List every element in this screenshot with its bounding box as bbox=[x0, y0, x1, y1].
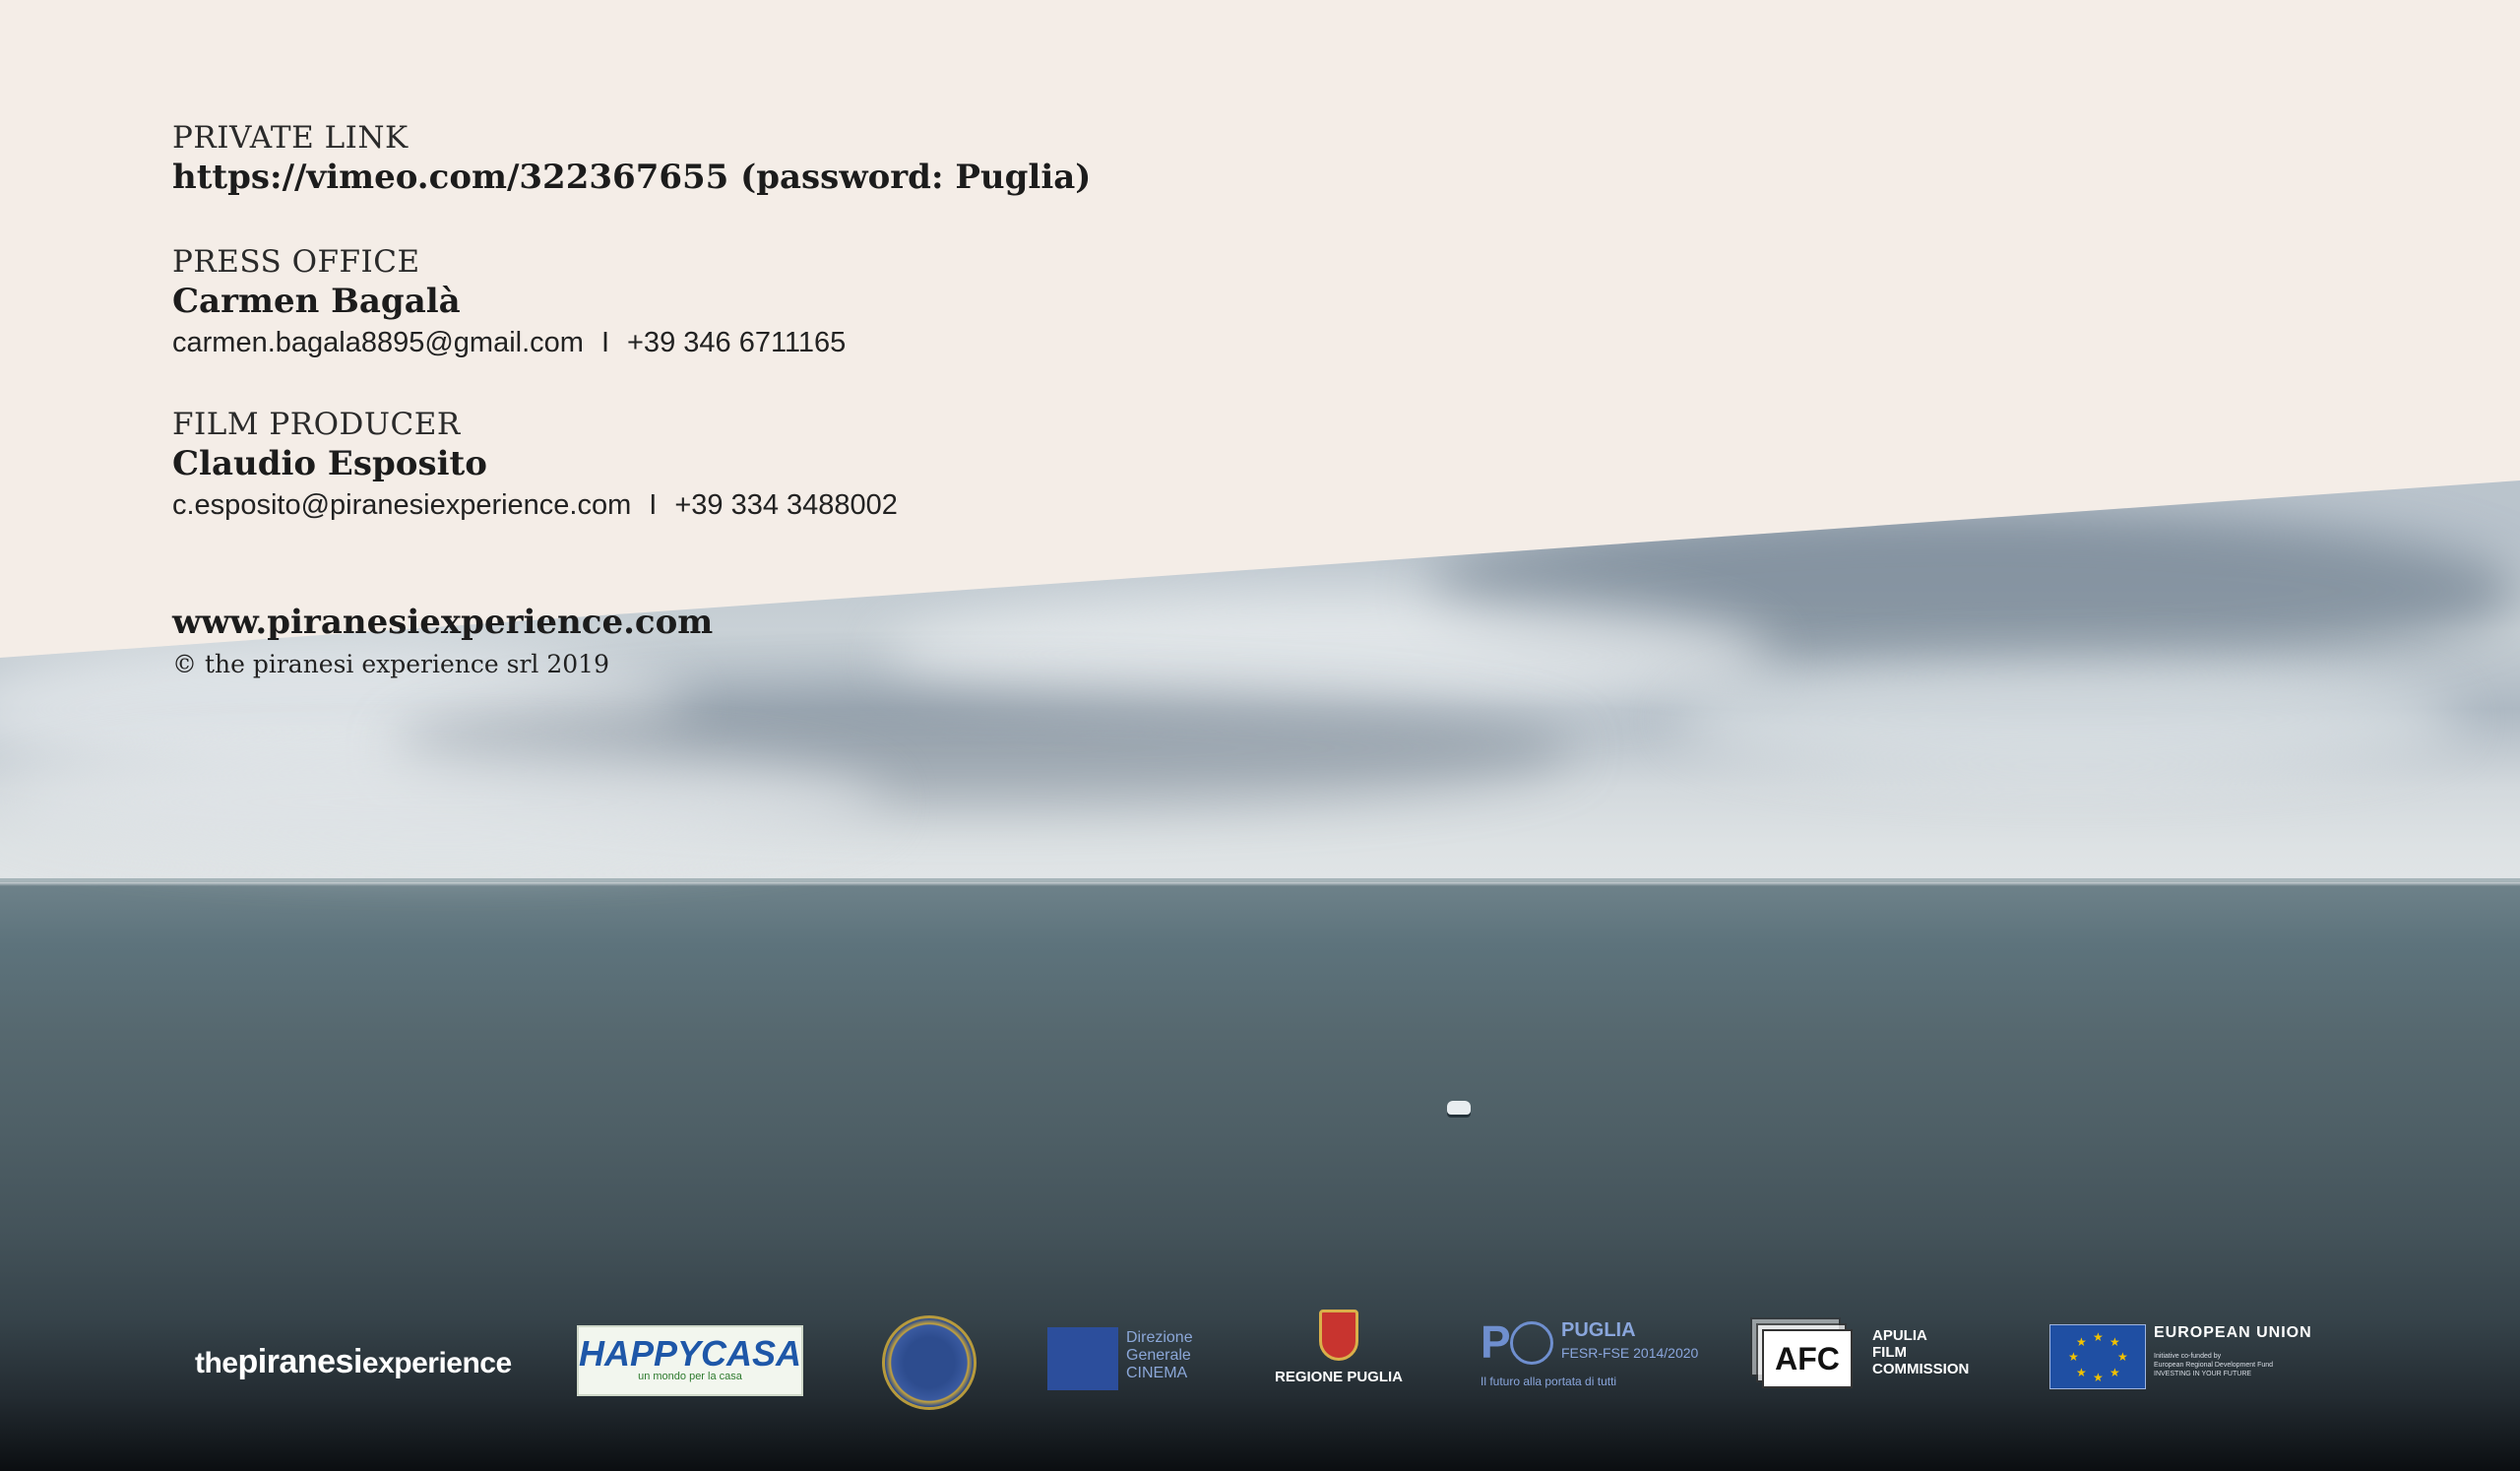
separator: I bbox=[649, 489, 658, 521]
eu-star-icon: ★ bbox=[2093, 1330, 2104, 1344]
mibac-emblem bbox=[1047, 1327, 1118, 1390]
eu-caption: Initiative co-funded by European Regiona… bbox=[2154, 1352, 2321, 1378]
afc-line: APULIA bbox=[1872, 1327, 1927, 1344]
private-link-section: PRIVATE LINK https://vimeo.com/322367655… bbox=[172, 120, 1091, 197]
puglia-program-text: FESR-FSE bbox=[1561, 1345, 1630, 1361]
cloud bbox=[0, 748, 886, 857]
puglia-years: 2014/2020 bbox=[1633, 1345, 1699, 1361]
logo-text: piranesi bbox=[237, 1343, 363, 1380]
eu-flag-icon: ★ ★ ★ ★ ★ ★ ★ ★ bbox=[2049, 1324, 2146, 1389]
eu-caption-line: European Regional Development Fund bbox=[2154, 1362, 2274, 1369]
eu-star-icon: ★ bbox=[2110, 1366, 2120, 1379]
sea-sky-photo bbox=[0, 480, 2520, 1471]
apulia-film-commission-logo: AFC APULIA FILM COMMISSION bbox=[1750, 1317, 1969, 1400]
regione-text: REGIONE PUGLIA bbox=[1274, 1369, 1403, 1385]
afc-text: APULIA FILM COMMISSION bbox=[1872, 1327, 1969, 1377]
film-producer-email[interactable]: c.esposito@piranesiexperience.com bbox=[172, 489, 631, 521]
film-producer-section: FILM PRODUCER Claudio Esposito c.esposit… bbox=[172, 407, 898, 522]
private-link-label: PRIVATE LINK bbox=[172, 120, 409, 156]
mibac-text: Direzione Generale CINEMA bbox=[1126, 1329, 1193, 1382]
puglia-circle-icon bbox=[1510, 1321, 1553, 1365]
eu-caption-line: INVESTING IN YOUR FUTURE bbox=[2154, 1371, 2252, 1377]
afc-line: COMMISSION bbox=[1872, 1361, 1970, 1377]
film-producer-phone[interactable]: +39 334 3488002 bbox=[674, 489, 898, 521]
happycasa-logo: HAPPYCASA un mondo per la casa bbox=[577, 1325, 803, 1396]
website-link[interactable]: www.piranesiexperience.com bbox=[172, 603, 713, 642]
puglia-motto: Il futuro alla portata di tutti bbox=[1480, 1375, 1617, 1388]
private-link-url[interactable]: https://vimeo.com/322367655 (password: P… bbox=[172, 158, 1091, 197]
puglia-program: FESR-FSE 2014/2020 bbox=[1561, 1345, 1698, 1361]
press-office-email[interactable]: carmen.bagala8895@gmail.com bbox=[172, 327, 584, 358]
film-producer-label: FILM PRODUCER bbox=[172, 407, 461, 442]
film-producer-name: Claudio Esposito bbox=[172, 444, 487, 483]
eu-caption-line: Initiative co-funded by bbox=[2154, 1353, 2222, 1360]
european-union-logo: ★ ★ ★ ★ ★ ★ ★ ★ EUROPEAN UNION Initiativ… bbox=[2049, 1324, 2325, 1393]
puglia-p: P bbox=[1480, 1316, 1511, 1368]
cloud bbox=[1673, 660, 2461, 778]
afc-line: FILM bbox=[1872, 1344, 1907, 1361]
puglia-name: PUGLIA bbox=[1561, 1319, 1636, 1341]
national-seal-logo bbox=[882, 1315, 976, 1410]
mibac-line: CINEMA bbox=[1126, 1365, 1188, 1381]
piranesi-experience-logo: thepiranesiexperience bbox=[195, 1343, 512, 1381]
logo-text: the bbox=[195, 1347, 238, 1379]
copyright-text: © the piranesi experience srl 2019 bbox=[172, 650, 609, 678]
regione-shield-icon bbox=[1319, 1310, 1358, 1361]
eu-star-icon: ★ bbox=[2093, 1371, 2104, 1384]
eu-star-icon: ★ bbox=[2076, 1366, 2087, 1379]
mibac-line: Direzione bbox=[1126, 1329, 1193, 1346]
eu-star-icon: ★ bbox=[2110, 1335, 2120, 1349]
press-office-name: Carmen Bagalà bbox=[172, 282, 461, 321]
afc-mark: AFC bbox=[1762, 1329, 1853, 1388]
eu-title: EUROPEAN UNION bbox=[2154, 1324, 2312, 1341]
press-office-contact: carmen.bagala8895@gmail.com I +39 346 6711… bbox=[172, 327, 846, 359]
press-office-section: PRESS OFFICE Carmen Bagalà carmen.bagala… bbox=[172, 244, 846, 359]
boat bbox=[1447, 1101, 1471, 1115]
eu-star-icon: ★ bbox=[2068, 1350, 2079, 1364]
horizon-line bbox=[0, 878, 2520, 882]
logo-text: experience bbox=[361, 1347, 512, 1379]
regione-puglia-logo: REGIONE PUGLIA bbox=[1270, 1310, 1408, 1385]
press-office-label: PRESS OFFICE bbox=[172, 244, 420, 280]
mibac-cinema-logo: Direzione Generale CINEMA bbox=[1047, 1327, 1195, 1392]
film-producer-contact: c.esposito@piranesiexperience.com I +39 33… bbox=[172, 489, 898, 522]
eu-star-icon: ★ bbox=[2117, 1350, 2128, 1364]
website-section: www.piranesiexperience.com © the piranes… bbox=[172, 603, 713, 678]
mibac-line: Generale bbox=[1126, 1347, 1191, 1364]
eu-star-icon: ★ bbox=[2076, 1335, 2087, 1349]
press-office-phone[interactable]: +39 346 6711165 bbox=[627, 327, 846, 358]
separator: I bbox=[600, 327, 609, 358]
